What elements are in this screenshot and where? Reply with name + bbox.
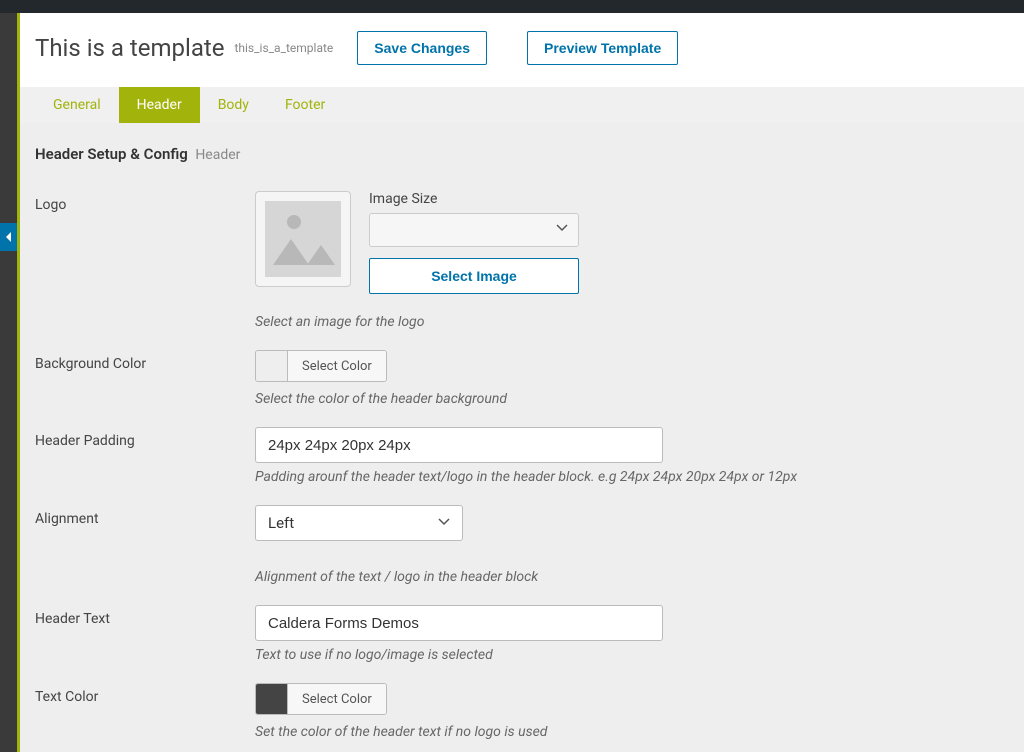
alignment-helper: Alignment of the text / logo in the head… <box>255 569 875 585</box>
section-title: Header Setup & Config <box>35 145 188 163</box>
header-text-label: Header Text <box>35 605 255 627</box>
text-color-label: Text Color <box>35 683 255 705</box>
page-title: This is a template <box>35 34 224 62</box>
bgcolor-button-label: Select Color <box>288 351 386 381</box>
placeholder-image-icon <box>265 201 341 277</box>
alignment-select[interactable]: Left <box>255 505 463 541</box>
logo-label: Logo <box>35 191 255 213</box>
section-heading: Header Setup & Config Header <box>35 145 1009 163</box>
bgcolor-label: Background Color <box>35 350 255 372</box>
page-header: This is a template this_is_a_template Sa… <box>20 13 1024 87</box>
preview-template-button[interactable]: Preview Template <box>527 31 678 65</box>
section-subtitle: Header <box>195 147 240 163</box>
text-color-picker[interactable]: Select Color <box>255 683 387 715</box>
tab-footer[interactable]: Footer <box>267 87 343 123</box>
chevron-down-icon <box>438 514 450 532</box>
text-color-swatch <box>256 684 288 714</box>
header-text-helper: Text to use if no logo/image is selected <box>255 647 875 663</box>
logo-helper: Select an image for the logo <box>255 314 875 330</box>
text-color-button-label: Select Color <box>288 684 386 714</box>
chevron-down-icon <box>556 222 568 238</box>
tab-content: Header Setup & Config Header Logo <box>20 123 1024 752</box>
tab-bar: General Header Body Footer <box>20 87 1024 123</box>
select-image-button[interactable]: Select Image <box>369 258 579 294</box>
image-size-select[interactable] <box>369 213 579 247</box>
padding-label: Header Padding <box>35 427 255 449</box>
sidebar-collapse-indicator[interactable] <box>0 223 17 251</box>
tab-body[interactable]: Body <box>200 87 267 123</box>
padding-input[interactable] <box>255 427 663 463</box>
bgcolor-swatch <box>256 351 288 381</box>
wp-admin-bar <box>0 0 1024 13</box>
bgcolor-picker[interactable]: Select Color <box>255 350 387 382</box>
alignment-label: Alignment <box>35 505 255 527</box>
tab-header[interactable]: Header <box>119 87 200 123</box>
logo-media-box: Image Size Select Image <box>255 191 875 294</box>
admin-sidebar <box>0 13 17 752</box>
tab-general[interactable]: General <box>35 87 119 123</box>
image-size-label: Image Size <box>369 191 579 207</box>
logo-thumbnail[interactable] <box>255 191 351 287</box>
bgcolor-helper: Select the color of the header backgroun… <box>255 391 875 407</box>
header-text-input[interactable] <box>255 605 663 641</box>
main-content: This is a template this_is_a_template Sa… <box>17 13 1024 752</box>
page-slug: this_is_a_template <box>234 41 333 55</box>
padding-helper: Padding arounf the header text/logo in t… <box>255 469 875 485</box>
text-color-helper: Set the color of the header text if no l… <box>255 724 875 740</box>
save-changes-button[interactable]: Save Changes <box>357 31 487 65</box>
